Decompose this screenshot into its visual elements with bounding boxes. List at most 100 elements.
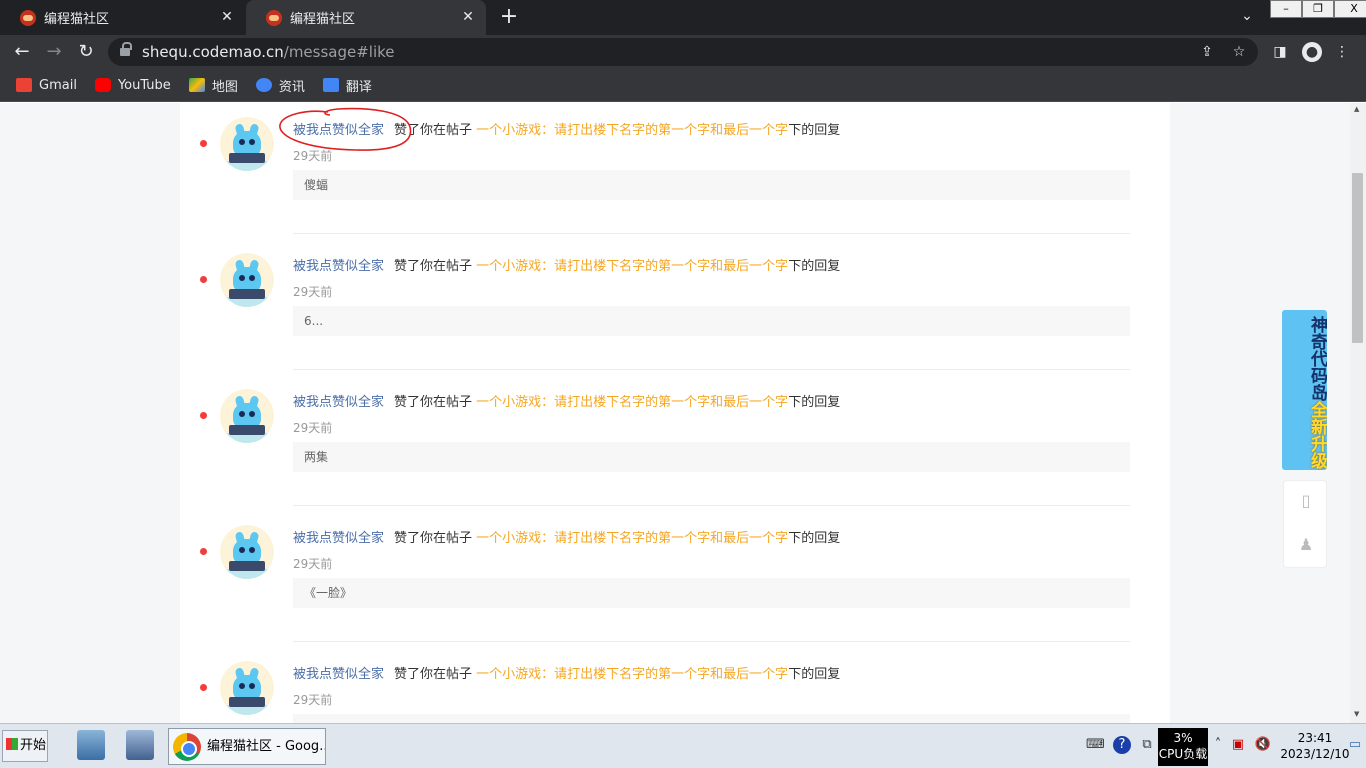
codemao-favicon-icon [20,9,36,26]
qq-penguin-icon[interactable]: ♟ [1296,535,1316,557]
bookmark-maps-label: 地图 [211,79,238,95]
bookmark-gmail[interactable]: Gmail [16,78,77,93]
user-link[interactable]: 被我点赞似全家 [293,259,384,274]
suffix-text: 下的回复 [788,531,841,546]
notification-text: 被我点赞似全家 赞了你在帖子 一个小游戏：请打出楼下名字的第一个字和最后一个字下的… [293,527,840,546]
window-controls: – ❐ X [1270,0,1366,18]
profile-avatar-icon[interactable]: ● [1302,42,1322,62]
scrollbar-thumb[interactable] [1352,173,1363,343]
address-bar[interactable]: shequ.codemao.cn/message#like ⇪ ☆ [108,38,1258,66]
back-arrow-icon[interactable]: ← [11,41,33,63]
reply-quote[interactable]: 两集 [293,442,1130,472]
gmail-icon [16,78,32,92]
help-icon[interactable]: ? [1113,736,1131,754]
reply-quote[interactable]: 6... [293,306,1130,336]
bookmark-gmail-label: Gmail [39,77,77,93]
user-link[interactable]: 被我点赞似全家 [293,395,384,410]
bookmarks-bar: Gmail YouTube 地图 资讯 翻译 [0,69,1366,102]
restore-button[interactable]: ❐ [1302,0,1334,18]
lock-icon[interactable] [120,42,132,57]
tab-1-close-icon[interactable]: ✕ [219,9,235,25]
network-warning-icon[interactable]: ▣ [1229,736,1247,754]
keyboard-icon[interactable]: ⌨ [1086,736,1105,754]
youtube-icon [94,78,111,92]
bookmark-youtube[interactable]: YouTube [94,78,171,93]
avatar[interactable] [220,525,274,579]
list-item: 被我点赞似全家 赞了你在帖子 一个小游戏：请打出楼下名字的第一个字和最后一个字下的… [180,647,1170,723]
tab-2-active[interactable]: 编程猫社区 ✕ [246,0,486,35]
restore-down-icon[interactable]: ⧉ [1138,736,1156,754]
url-text[interactable]: shequ.codemao.cn/message#like [142,43,395,61]
taskbar-app-title: 编程猫社区 - Goog... [207,739,326,754]
maps-icon [188,78,205,92]
unread-dot [200,140,207,147]
tray-expand-icon[interactable]: ˄ [1209,736,1227,754]
reply-quote[interactable]: 傻蝠 [293,170,1130,200]
share-icon[interactable]: ⇪ [1198,43,1216,61]
unread-dot [200,412,207,419]
forward-arrow-icon[interactable]: → [43,41,65,63]
tab-2-title: 编程猫社区 [290,12,356,27]
reload-icon[interactable]: ↻ [75,41,97,63]
close-window-button[interactable]: X [1334,0,1366,18]
mobile-phone-icon[interactable]: ▯ [1296,491,1316,513]
start-label: 开始 [20,738,47,753]
translate-icon [322,78,339,92]
post-link[interactable]: 一个小游戏：请打出楼下名字的第一个字和最后一个字 [476,395,788,410]
bookmark-maps[interactable]: 地图 [188,76,238,95]
action-text: 赞了你在帖子 [394,259,473,274]
post-link[interactable]: 一个小游戏：请打出楼下名字的第一个字和最后一个字 [476,531,788,546]
taskbar-chrome-window[interactable]: 编程猫社区 - Goog... [168,728,326,765]
new-tab-button[interactable]: + [498,6,520,28]
bookmark-star-icon[interactable]: ☆ [1230,43,1248,61]
menu-kebab-icon[interactable]: ⋮ [1332,42,1352,62]
scroll-down-icon[interactable]: ▼ [1354,711,1362,718]
user-link[interactable]: 被我点赞似全家 [293,531,384,546]
unread-dot [200,548,207,555]
cpu-meter[interactable]: 3% CPU负载 [1158,728,1208,766]
windows-flag-icon [6,738,18,750]
minimize-button[interactable]: – [1270,0,1302,18]
tab-1-title: 编程猫社区 [44,12,110,27]
side-panel-icon[interactable]: ◨ [1270,42,1290,62]
calculator-icon[interactable] [77,730,105,760]
reply-quote[interactable]: 《一脸》 [293,578,1130,608]
cpu-percent: 3% [1173,731,1193,745]
post-link[interactable]: 一个小游戏：请打出楼下名字的第一个字和最后一个字 [476,123,788,138]
action-text: 赞了你在帖子 [394,531,473,546]
dll-tool-icon[interactable] [126,730,154,760]
tab-search-chevron-icon[interactable]: ⌄ [1238,8,1256,26]
timestamp: 29天前 [293,285,333,299]
post-link[interactable]: 一个小游戏：请打出楼下名字的第一个字和最后一个字 [476,667,788,682]
action-text: 赞了你在帖子 [394,395,473,410]
avatar[interactable] [220,117,274,171]
chrome-icon [173,733,201,761]
bookmark-news-label: 资讯 [278,79,305,95]
browser-toolbar: ← → ↻ shequ.codemao.cn/message#like ⇪ ☆ … [0,35,1366,69]
post-link[interactable]: 一个小游戏：请打出楼下名字的第一个字和最后一个字 [476,259,788,274]
cpu-label: CPU负载 [1158,747,1208,761]
divider [293,369,1130,370]
promo-line1: 神奇代码岛 [1307,316,1327,401]
bookmark-translate[interactable]: 翻译 [322,76,372,95]
avatar[interactable] [220,389,274,443]
suffix-text: 下的回复 [788,667,841,682]
notification-text: 被我点赞似全家 赞了你在帖子 一个小游戏：请打出楼下名字的第一个字和最后一个字下的… [293,255,840,274]
avatar[interactable] [220,661,274,715]
tab-1[interactable]: 编程猫社区 ✕ [0,0,245,35]
page-scrollbar[interactable]: ▲ ▼ [1350,103,1366,723]
url-host: shequ.codemao.cn [142,43,284,61]
side-tools: ▯ ♟ [1283,480,1327,568]
reply-quote[interactable] [293,714,1130,723]
tab-2-close-icon[interactable]: ✕ [460,9,476,25]
action-text: 赞了你在帖子 [394,667,473,682]
bookmark-news[interactable]: 资讯 [255,76,305,95]
tab-strip: 编程猫社区 ✕ 编程猫社区 ✕ + ⌄ – ❐ X [0,0,1366,35]
start-button[interactable]: 开始 [2,730,48,762]
scroll-up-icon[interactable]: ▲ [1354,106,1362,113]
avatar[interactable] [220,253,274,307]
user-link[interactable]: 被我点赞似全家 [293,667,384,682]
show-desktop-icon[interactable]: ▭ [1346,736,1364,754]
promo-banner[interactable]: 神奇代码岛全新升级 [1282,310,1327,470]
list-item: 被我点赞似全家 赞了你在帖子 一个小游戏：请打出楼下名字的第一个字和最后一个字下的… [180,375,1170,511]
